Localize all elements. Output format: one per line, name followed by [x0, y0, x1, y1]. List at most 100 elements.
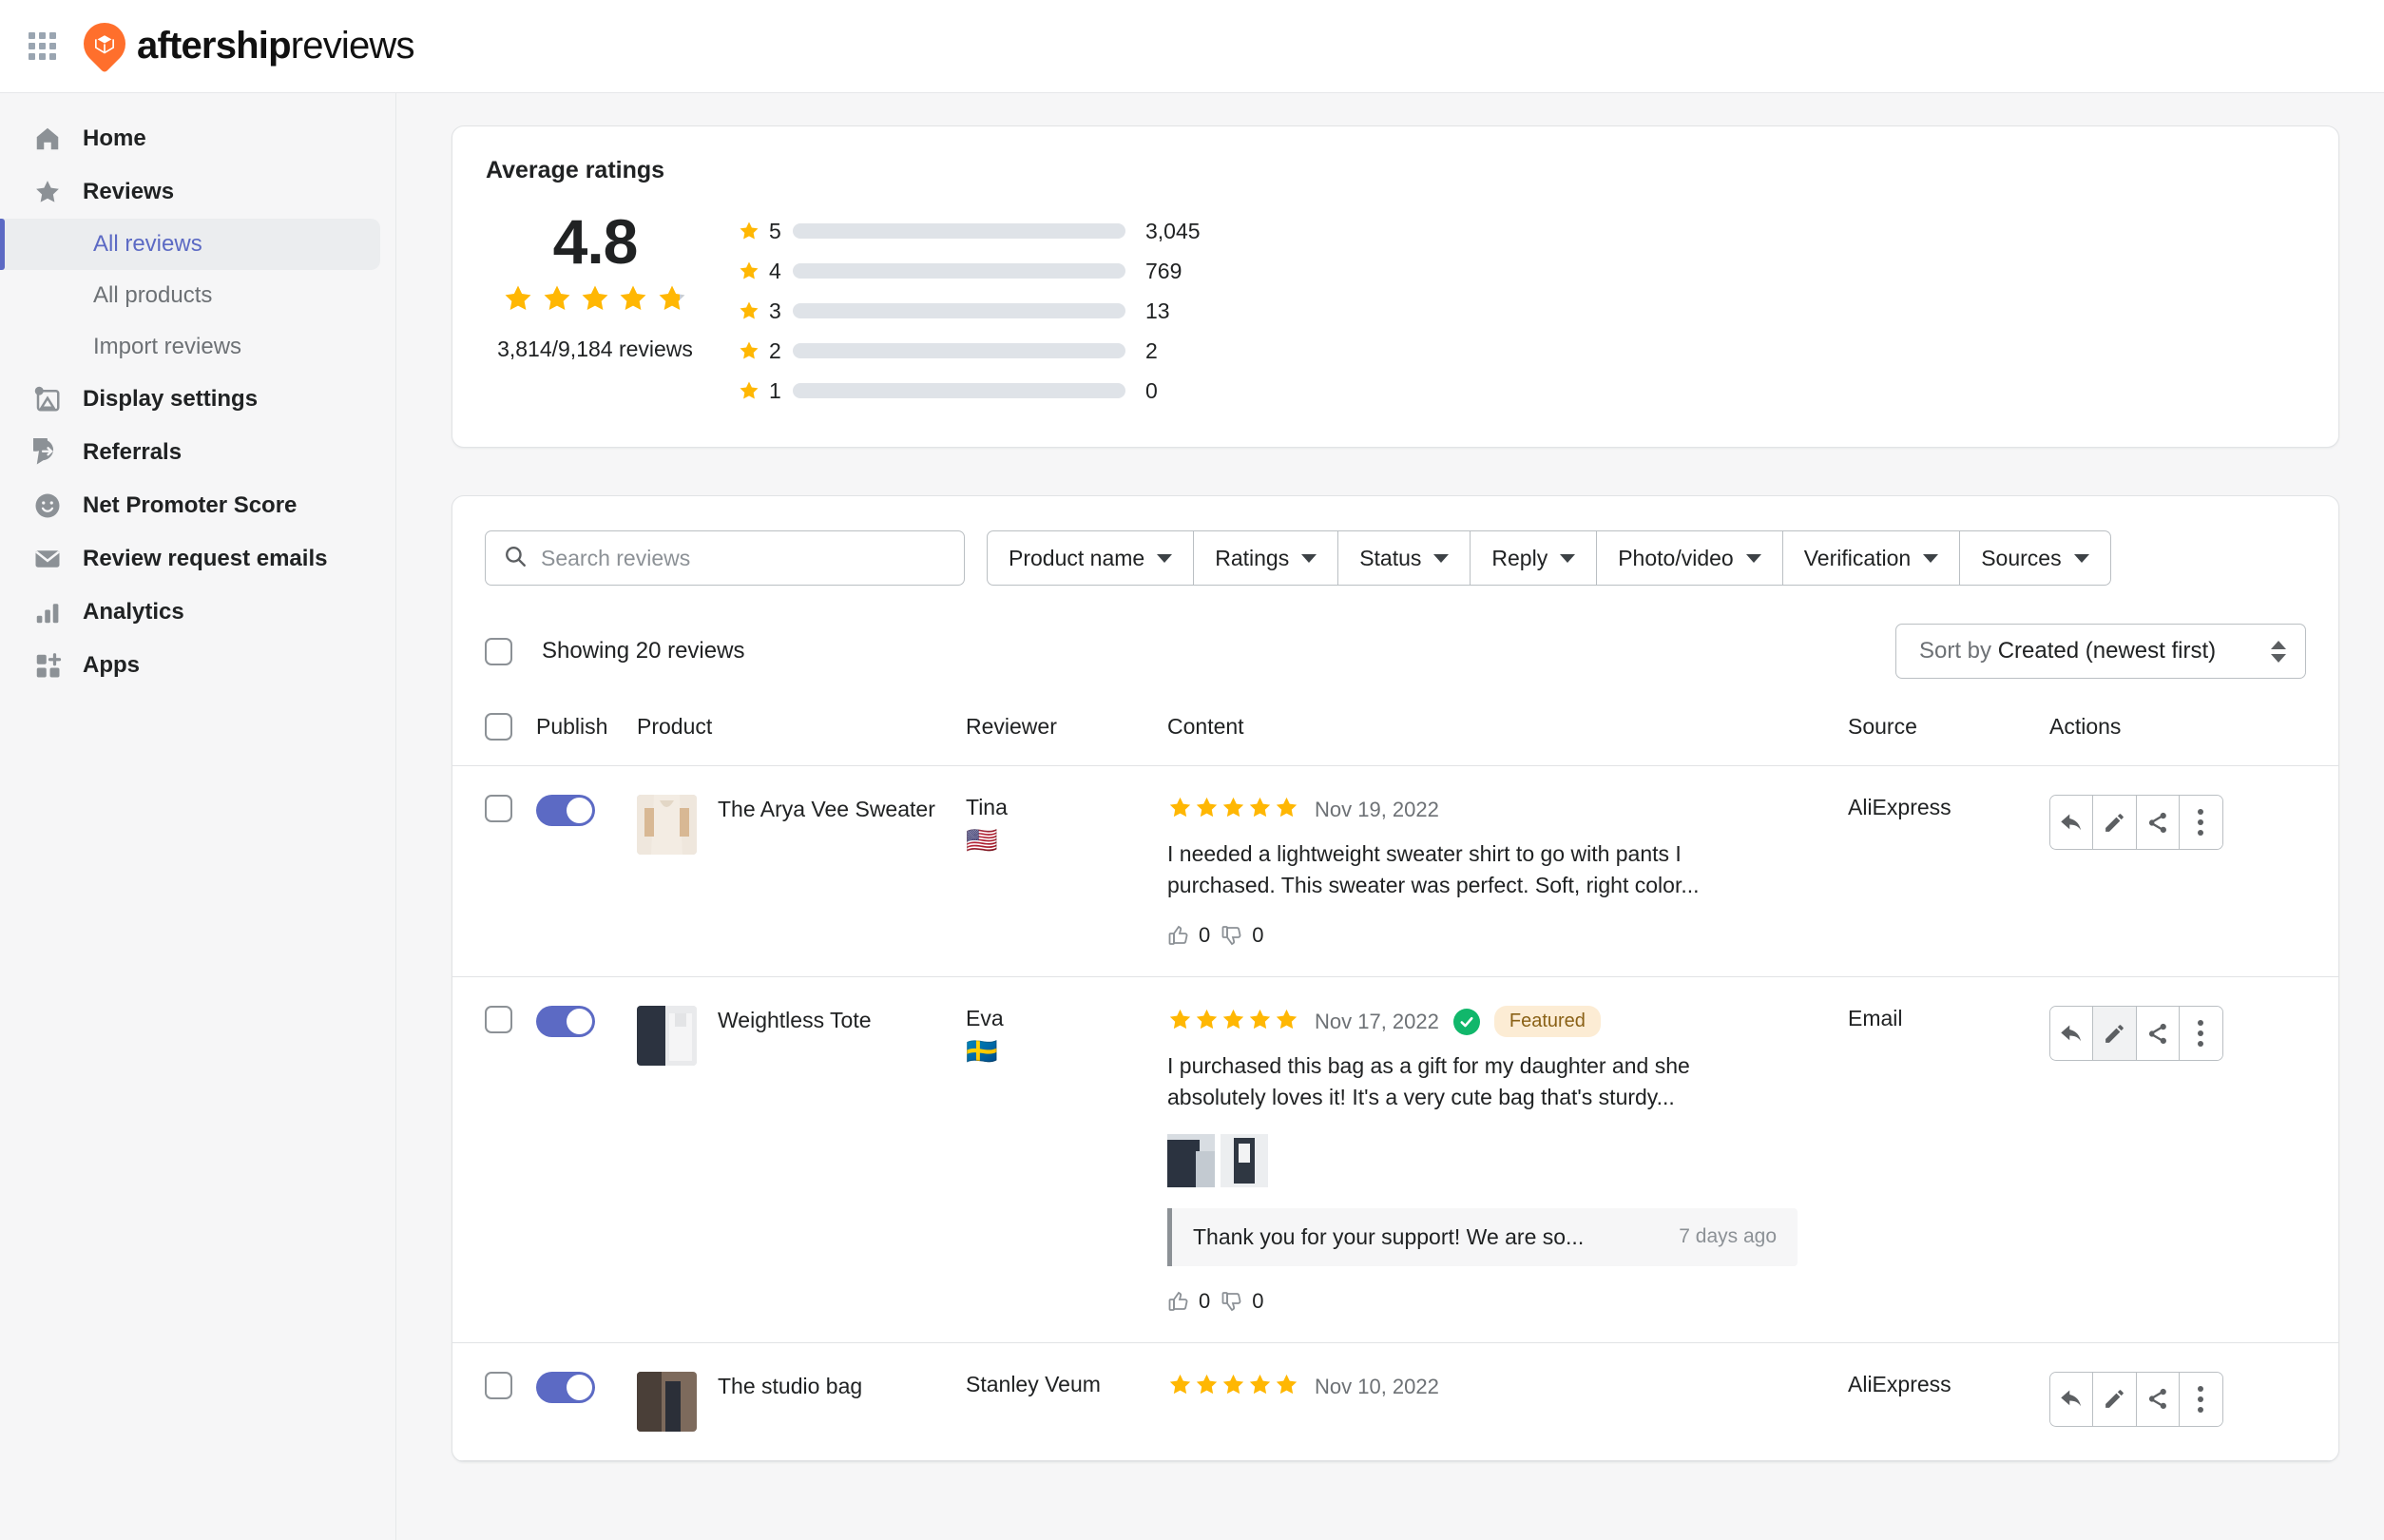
search-reviews-box[interactable] — [485, 530, 965, 586]
filter-label: Product name — [1009, 545, 1145, 570]
row-checkbox[interactable] — [485, 795, 512, 822]
table-row: The studio bag Stanley Veum Nov 10, 2022… — [452, 1343, 2338, 1461]
rating-level: 1 — [769, 377, 781, 403]
more-vertical-icon[interactable] — [2179, 796, 2222, 849]
reviewer-name: Stanley Veum — [966, 1371, 1101, 1396]
review-stars — [1167, 1007, 1300, 1037]
rating-count: 769 — [1145, 258, 1182, 283]
search-input[interactable] — [541, 545, 947, 571]
sidebar: Home Reviews All reviews All products Im… — [0, 93, 396, 1540]
reply-icon[interactable] — [2050, 1007, 2094, 1061]
sort-prefix: Sort by — [1919, 638, 1998, 664]
row-checkbox[interactable] — [485, 1006, 512, 1034]
more-vertical-icon[interactable] — [2179, 1372, 2222, 1426]
brand-name-light: reviews — [290, 25, 415, 67]
row-checkbox[interactable] — [485, 1371, 512, 1399]
filter-ratings[interactable]: Ratings — [1194, 530, 1339, 586]
sidebar-item-display-settings[interactable]: Display settings — [0, 373, 380, 426]
share-icon[interactable] — [2136, 1372, 2180, 1426]
brand-logo[interactable]: aftershipreviews — [74, 13, 415, 73]
filter-verification[interactable]: Verification — [1782, 530, 1961, 586]
more-vertical-icon[interactable] — [2179, 1007, 2222, 1061]
review-source: Email — [1848, 1006, 1903, 1031]
header-select-all-checkbox[interactable] — [485, 713, 512, 741]
sidebar-item-all-products[interactable]: All products — [0, 270, 380, 321]
vote-counts: 0 0 — [1167, 1289, 1848, 1314]
review-media — [1167, 1133, 1848, 1187]
smiley-icon — [31, 490, 64, 522]
filter-label: Ratings — [1215, 545, 1290, 570]
sidebar-item-label: All products — [93, 282, 213, 308]
sidebar-item-reviews[interactable]: Reviews — [0, 165, 380, 219]
column-header-content: Content — [1167, 714, 1244, 739]
reply-icon[interactable] — [2050, 796, 2094, 849]
filter-photo-video[interactable]: Photo/video — [1597, 530, 1783, 586]
app-header: aftershipreviews — [0, 0, 2384, 93]
filter-status[interactable]: Status — [1338, 530, 1471, 586]
publish-toggle[interactable] — [536, 1371, 595, 1403]
sort-value: Created (newest first) — [1997, 638, 2217, 664]
rating-bar-track — [793, 223, 1125, 239]
filter-button-group: Product name Ratings Status Reply Photo/… — [987, 530, 2111, 586]
ratings-distribution-chart: 5 3,045 4 769 3 13 2 2 1 0 — [738, 198, 1201, 411]
reply-timestamp: 7 days ago — [1679, 1225, 1777, 1248]
share-icon[interactable] — [2136, 796, 2180, 849]
edit-pencil-icon[interactable] — [2093, 1007, 2137, 1061]
upvote[interactable]: 0 — [1167, 923, 1210, 948]
app-grid-icon[interactable] — [29, 31, 57, 61]
upvote[interactable]: 0 — [1167, 1289, 1210, 1314]
sidebar-item-label: Home — [83, 125, 146, 151]
product-thumbnail — [637, 1006, 697, 1067]
product-name[interactable]: Weightless Tote — [718, 1006, 872, 1035]
table-header: Publish Product Reviewer Content Source … — [452, 679, 2338, 766]
sidebar-item-analytics[interactable]: Analytics — [0, 586, 380, 639]
filter-sources[interactable]: Sources — [1960, 530, 2111, 586]
sidebar-item-home[interactable]: Home — [0, 112, 380, 165]
product-name[interactable]: The Arya Vee Sweater — [718, 795, 935, 824]
sidebar-item-all-reviews[interactable]: All reviews — [0, 219, 380, 270]
downvote-count: 0 — [1252, 923, 1264, 948]
review-photo[interactable] — [1167, 1133, 1215, 1187]
sidebar-item-import-reviews[interactable]: Import reviews — [0, 321, 380, 373]
rating-star-label: 3 — [738, 298, 793, 324]
review-photo[interactable] — [1221, 1133, 1268, 1187]
merchant-reply: Thank you for your support! We are so...… — [1167, 1207, 1798, 1266]
reviews-list-card: Product name Ratings Status Reply — [452, 495, 2339, 1462]
share-icon[interactable] — [2136, 1007, 2180, 1061]
rating-level: 5 — [769, 218, 781, 243]
main-content: Average ratings 4.8 3,814/9,184 reviews — [396, 93, 2384, 1540]
edit-pencil-icon[interactable] — [2093, 1372, 2137, 1426]
sidebar-item-net-promoter-score[interactable]: Net Promoter Score — [0, 479, 380, 532]
filter-toolbar: Product name Ratings Status Reply — [452, 496, 2338, 586]
filter-product-name[interactable]: Product name — [987, 530, 1195, 586]
rating-bar-track — [793, 383, 1125, 398]
chevron-down-icon — [1560, 553, 1576, 563]
publish-toggle[interactable] — [536, 1006, 595, 1038]
downvote[interactable]: 0 — [1221, 1289, 1264, 1314]
sidebar-item-label: Referrals — [83, 439, 183, 465]
filter-label: Photo/video — [1618, 545, 1734, 570]
sidebar-item-referrals[interactable]: Referrals — [0, 426, 380, 479]
sidebar-item-apps[interactable]: Apps — [0, 639, 380, 692]
reply-icon[interactable] — [2050, 1372, 2094, 1426]
average-stars — [452, 282, 738, 319]
product-name[interactable]: The studio bag — [718, 1372, 862, 1401]
column-header-product: Product — [637, 714, 713, 739]
review-source: AliExpress — [1848, 795, 1951, 819]
search-icon — [503, 544, 528, 573]
sort-dropdown[interactable]: Sort by Created (newest first) — [1895, 624, 2306, 679]
edit-pencil-icon[interactable] — [2093, 796, 2137, 849]
downvote[interactable]: 0 — [1221, 923, 1264, 948]
list-controls: Showing 20 reviews Sort by Created (newe… — [452, 586, 2338, 679]
filter-label: Verification — [1803, 545, 1912, 570]
filter-label: Sources — [1981, 545, 2062, 570]
chevron-down-icon — [2073, 553, 2089, 563]
sidebar-item-review-request-emails[interactable]: Review request emails — [0, 532, 380, 586]
publish-toggle[interactable] — [536, 795, 595, 826]
filter-reply[interactable]: Reply — [1471, 530, 1598, 586]
rating-count: 0 — [1145, 377, 1158, 403]
select-all-checkbox[interactable] — [485, 637, 512, 665]
aftership-pin-logo-icon — [74, 13, 135, 73]
reviewer-name: Tina — [966, 795, 1008, 819]
rating-count: 3,045 — [1145, 218, 1201, 243]
